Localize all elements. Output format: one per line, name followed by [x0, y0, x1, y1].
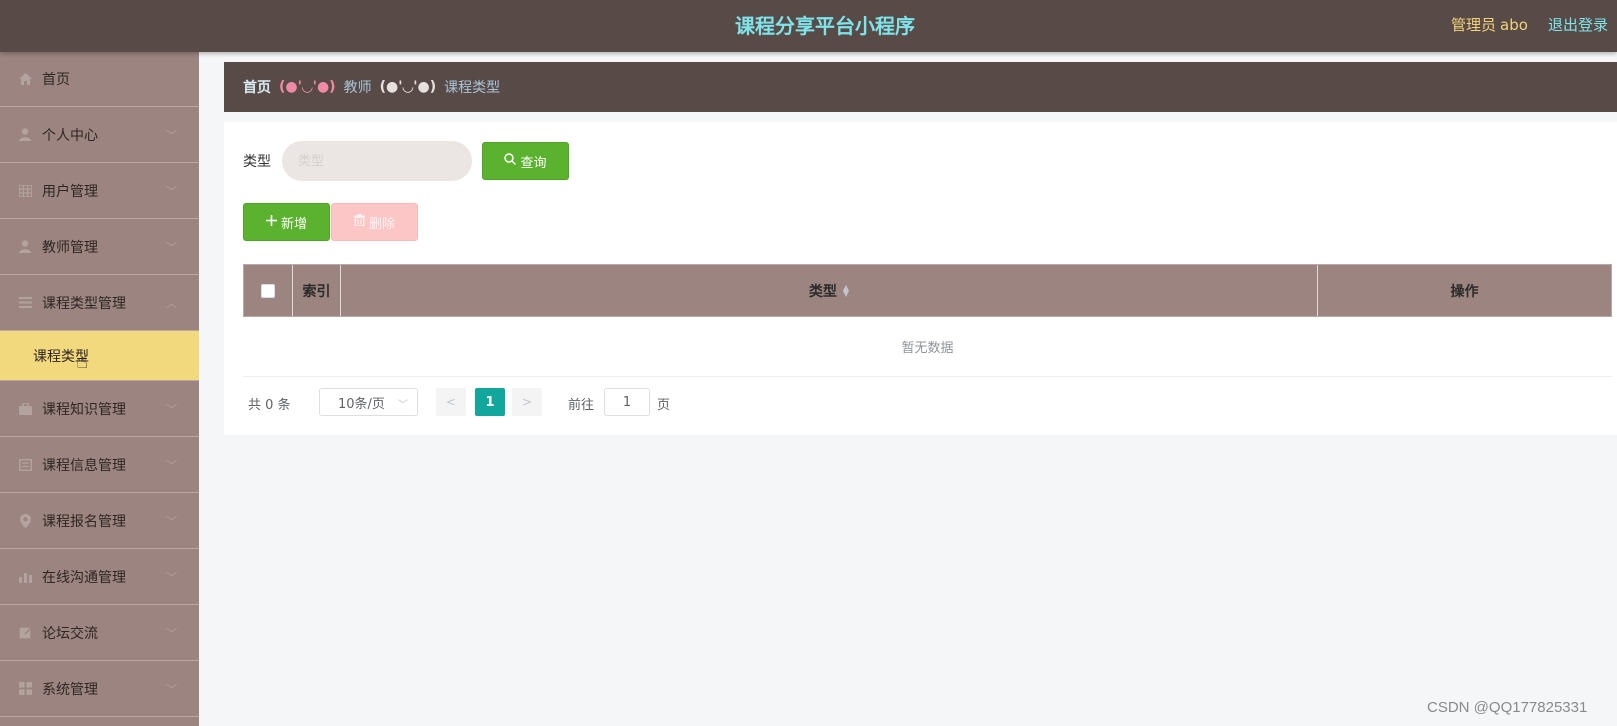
chevron-down-icon: ﹀	[166, 570, 177, 584]
breadcrumb-item-course-type: 课程类型	[444, 80, 501, 96]
sidebar-item-label: 个人中心	[42, 127, 98, 144]
delete-button-label: 删除	[368, 216, 395, 232]
sidebar-item-label: 系统管理	[42, 681, 98, 698]
chevron-down-icon: ﹀	[166, 458, 177, 472]
sidebar-item-system[interactable]: 系统管理 ﹀	[0, 661, 199, 717]
sidebar-item-enrollment[interactable]: 课程报名管理 ﹀	[0, 493, 199, 549]
trash-icon	[353, 214, 365, 230]
sidebar-item-course-info[interactable]: 课程信息管理 ﹀	[0, 437, 199, 493]
sidebar-item-online-chat[interactable]: 在线沟通管理 ﹀	[0, 549, 199, 605]
user-role: 管理员	[1451, 16, 1497, 34]
sidebar-item-teachers[interactable]: 教师管理 ﹀	[0, 219, 199, 275]
apps-icon	[18, 682, 32, 696]
column-header-type-label: 类型	[808, 283, 837, 300]
sidebar-item-label: 教师管理	[42, 239, 98, 256]
prev-page-button[interactable]: <	[436, 388, 466, 416]
sidebar-item-label: 课程报名管理	[42, 513, 126, 530]
document-icon	[18, 458, 32, 472]
sidebar-item-label: 课程知识管理	[42, 401, 126, 418]
chevron-down-icon: ﹀	[166, 402, 177, 416]
table-empty-state: 暂无数据	[243, 317, 1612, 377]
sidebar-item-users[interactable]: 用户管理 ﹀	[0, 163, 199, 219]
sidebar-item-profile[interactable]: 个人中心 ﹀	[0, 107, 199, 163]
chevron-down-icon: ﹀	[166, 626, 177, 640]
total-count: 共 0 条	[248, 398, 291, 413]
sidebar-item-home[interactable]: 首页	[0, 52, 199, 107]
column-header-actions: 操作	[1450, 283, 1479, 300]
breadcrumb-item-teacher[interactable]: 教师	[344, 77, 372, 97]
search-icon	[504, 153, 517, 169]
sidebar-item-label: 首页	[42, 72, 70, 88]
sidebar-item-label: 课程信息管理	[42, 457, 126, 474]
chevron-right-icon: >	[521, 395, 533, 409]
top-header: 课程分享平台小程序 管理员 abo 退出登录	[0, 0, 1617, 52]
username: abo	[1500, 16, 1528, 34]
sidebar: 首页 个人中心 ﹀ 用户管理 ﹀ 教师管理 ﹀ 课程类型管理 ︿ 课程类型 ☝	[0, 52, 199, 726]
pointer-cursor-icon: ☝	[76, 349, 89, 373]
course-type-table: 索引 类型 ▲ ▼ 操作 暂无数据	[243, 264, 1612, 377]
chevron-down-icon: ﹀	[166, 514, 177, 528]
bar-chart-icon	[18, 570, 32, 584]
app-title: 课程分享平台小程序	[735, 14, 915, 38]
column-header-index: 索引	[293, 265, 341, 316]
pagination: 共 0 条 10条/页 ﹀ < 1 > 前往 页	[243, 388, 843, 416]
sidebar-item-course-knowledge[interactable]: 课程知识管理 ﹀	[0, 381, 199, 437]
page-unit-label: 页	[657, 398, 671, 413]
user-icon	[18, 240, 32, 254]
goto-label: 前往	[568, 398, 595, 413]
edit-icon	[18, 626, 32, 640]
breadcrumb-home[interactable]: 首页	[243, 77, 271, 97]
logout-button[interactable]: 退出登录	[1548, 14, 1608, 35]
column-header-type[interactable]: 类型 ▲ ▼	[341, 265, 1318, 316]
breadcrumb-separator: (●'◡'●)	[379, 79, 437, 95]
sidebar-subitem-course-type[interactable]: 课程类型 ☝	[0, 331, 199, 381]
type-search-input[interactable]	[282, 141, 472, 181]
plus-icon	[265, 214, 277, 230]
chevron-down-icon: ﹀	[166, 128, 177, 142]
breadcrumb: 首页 (●'◡'●) 教师 (●'◡'●) 课程类型	[224, 62, 1617, 112]
user-icon	[18, 128, 32, 142]
sidebar-item-label: 用户管理	[42, 183, 98, 200]
sidebar-item-forum[interactable]: 论坛交流 ﹀	[0, 605, 199, 661]
location-icon	[18, 513, 32, 528]
page-size-select[interactable]: 10条/页 ﹀	[319, 388, 418, 416]
select-all-cell	[244, 265, 293, 316]
add-button-label: 新增	[280, 216, 307, 232]
current-user: 管理员 abo	[1451, 14, 1528, 35]
chevron-down-icon: ﹀	[166, 184, 177, 198]
content-panel: 类型 查询 新增 删除 索引 类型 ▲▼ 操作 暂无数据	[224, 122, 1617, 435]
add-button[interactable]: 新增	[243, 203, 330, 241]
query-button-label: 查询	[520, 155, 547, 171]
chevron-up-icon: ︿	[166, 296, 177, 310]
page-size-value: 10条/页	[338, 396, 385, 412]
sidebar-item-label: 课程类型管理	[42, 295, 126, 312]
sidebar-item-label: 论坛交流	[42, 625, 98, 642]
briefcase-icon	[18, 402, 32, 416]
next-page-button[interactable]: >	[512, 388, 542, 416]
breadcrumb-separator: (●'◡'●)	[279, 79, 336, 95]
grid-icon	[18, 184, 32, 198]
home-icon	[18, 72, 32, 86]
sort-icon[interactable]: ▲ ▼	[843, 283, 849, 297]
search-label: 类型	[243, 154, 271, 170]
chevron-down-icon: ﹀	[166, 682, 177, 696]
select-all-checkbox[interactable]	[261, 283, 275, 298]
menu-icon	[18, 296, 32, 310]
chevron-left-icon: <	[445, 395, 457, 409]
query-button[interactable]: 查询	[482, 142, 569, 180]
sidebar-item-label: 在线沟通管理	[42, 569, 126, 586]
watermark-text: CSDN @QQ177825331	[1427, 699, 1588, 716]
chevron-down-icon: ﹀	[166, 240, 177, 254]
chevron-down-icon: ﹀	[398, 400, 408, 411]
table-header: 索引 类型 ▲ ▼ 操作	[243, 264, 1612, 317]
delete-button[interactable]: 删除	[331, 203, 418, 241]
sidebar-item-course-types[interactable]: 课程类型管理 ︿	[0, 275, 199, 331]
page-number-current[interactable]: 1	[475, 388, 505, 416]
goto-page-input[interactable]	[604, 388, 650, 416]
